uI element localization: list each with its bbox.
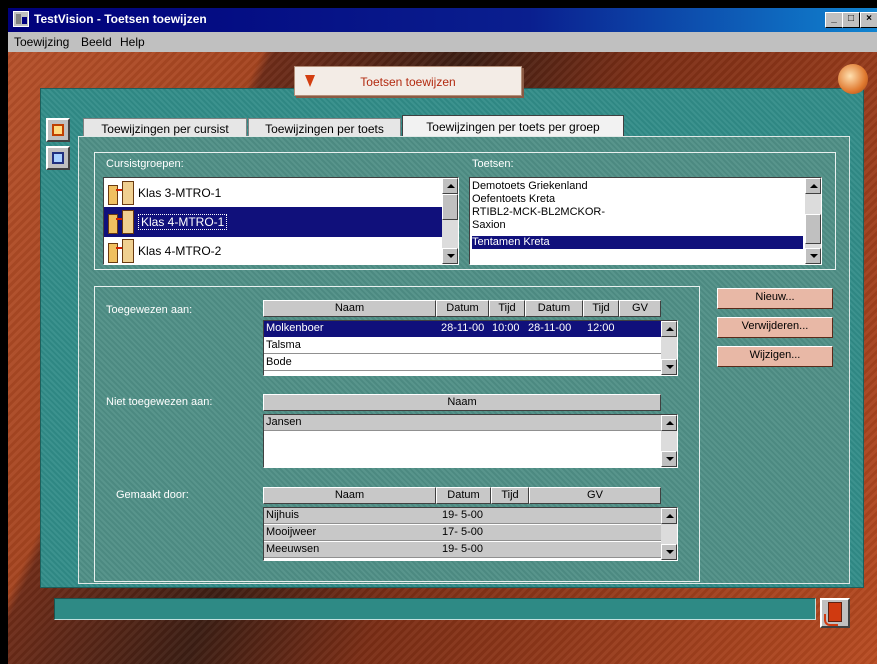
cell-naam: Talsma [266,339,301,351]
cell-naam: Meeuwsen [266,543,320,555]
group-label: Klas 4-MTRO-2 [138,244,222,258]
table-row[interactable]: Meeuwsen 19- 5-00 [264,542,661,558]
not-assigned-table[interactable]: Naam Jansen [263,394,678,468]
students-icon [52,124,64,136]
group-icon [108,239,134,263]
group-icon [108,210,134,234]
exit-arrow-icon [824,614,838,626]
tests-list[interactable]: Demotoets Griekenland Oefentoets Kreta R… [469,177,822,265]
scroll-down-icon[interactable] [661,359,677,375]
scroll-thumb[interactable] [805,214,821,244]
groups-label: Cursistgroepen: [106,158,184,170]
table-row[interactable]: Talsma [264,338,661,354]
col-header-naam[interactable]: Naam [263,394,661,411]
groups-icon [52,152,64,164]
close-button[interactable]: × [860,12,877,28]
list-item-selected[interactable]: Klas 4-MTRO-1 [104,207,442,237]
list-item[interactable]: Demotoets Griekenland [472,180,803,193]
scroll-down-icon[interactable] [442,248,458,264]
exit-button[interactable] [820,598,850,628]
made-by-label: Gemaakt door: [116,489,189,501]
cell-tijd: 10:00 [492,322,520,334]
col-header-tijd[interactable]: Tijd [489,300,525,317]
col-header-datum[interactable]: Datum [436,487,491,504]
col-header-naam[interactable]: Naam [263,300,436,317]
list-item[interactable]: RTIBL2-MCK-BL2MCKOR- [472,206,803,219]
list-item[interactable]: Oefentoets Kreta [472,193,803,206]
caption-tab[interactable]: Toetsen toewijzen [294,66,522,96]
cell-naam: Mooijweer [266,526,317,538]
not-assigned-list[interactable]: Jansen [263,414,678,468]
table-row[interactable]: Jansen [264,415,661,431]
col-header-tijd-end[interactable]: Tijd [583,300,619,317]
edit-button[interactable]: Wijzigen... [717,346,833,367]
minimize-button[interactable]: _ [825,12,843,28]
group-icon [108,181,134,205]
cell-naam: Bode [266,356,292,368]
assigned-scrollbar[interactable] [661,321,677,375]
assigned-label: Toegewezen aan: [106,304,193,316]
scroll-up-icon[interactable] [661,508,677,524]
scroll-up-icon[interactable] [661,321,677,337]
assigned-list[interactable]: Molkenboer 28-11-00 10:00 28-11-00 12:00… [263,320,678,376]
cell-tijd-end: 12:00 [587,322,615,334]
delete-button[interactable]: Verwijderen... [717,317,833,338]
cell-datum: 19- 5-00 [442,543,483,555]
assigned-table[interactable]: Naam Datum Tijd Datum Tijd GV Molkenboer… [263,300,678,376]
scroll-down-icon[interactable] [661,544,677,560]
menu-toewijzing[interactable]: Toewijzing [14,35,69,49]
made-by-list[interactable]: Nijhuis 19- 5-00 Mooijweer 17- 5-00 Meeu… [263,507,678,561]
list-item[interactable]: Saxion [472,219,803,232]
table-row[interactable]: Mooijweer 17- 5-00 [264,525,661,541]
per-group-view-button[interactable] [46,146,70,170]
new-button[interactable]: Nieuw... [717,288,833,309]
col-header-datum[interactable]: Datum [436,300,489,317]
table-row[interactable]: Bode [264,355,661,371]
col-header-gv[interactable]: GV [529,487,661,504]
cell-datum: 19- 5-00 [442,509,483,521]
cell-datum: 28-11-00 [441,322,485,334]
testvision-logo [838,64,868,94]
list-item[interactable]: Klas 4-MTRO-2 [104,236,442,264]
scroll-down-icon[interactable] [661,451,677,467]
col-header-datum-end[interactable]: Datum [525,300,583,317]
table-row[interactable]: Molkenboer 28-11-00 10:00 28-11-00 12:00 [264,321,661,337]
per-student-view-button[interactable] [46,118,70,142]
cell-naam: Jansen [266,416,302,428]
table-row[interactable]: Nijhuis 19- 5-00 [264,508,661,524]
col-header-tijd[interactable]: Tijd [491,487,529,504]
tests-label: Toetsen: [472,158,514,170]
window-titlebar[interactable]: TestVision - Toetsen toewijzen _ □ × [8,8,877,32]
scroll-up-icon[interactable] [661,415,677,431]
scroll-down-icon[interactable] [805,248,821,264]
menu-help[interactable]: Help [120,35,145,49]
caption-label: Toetsen toewijzen [360,75,456,89]
groups-scrollbar[interactable] [442,178,458,264]
tests-scrollbar[interactable] [805,178,821,264]
scroll-thumb[interactable] [442,194,458,220]
cell-naam: Molkenboer [266,322,324,334]
scroll-up-icon[interactable] [442,178,458,194]
list-item[interactable]: Klas 3-MTRO-1 [104,178,442,208]
status-bar [54,598,816,620]
col-header-naam[interactable]: Naam [263,487,436,504]
menu-beeld[interactable]: Beeld [81,35,112,49]
cell-datum-end: 28-11-00 [528,322,572,334]
window-title: TestVision - Toetsen toewijzen [34,12,207,26]
app-icon[interactable] [13,11,29,27]
group-label: Klas 4-MTRO-1 [138,214,228,230]
group-label: Klas 3-MTRO-1 [138,186,222,200]
maximize-button[interactable]: □ [842,12,860,28]
not-assigned-scrollbar[interactable] [661,415,677,467]
list-item-selected[interactable]: Tentamen Kreta [472,236,803,249]
menubar: Toewijzing Beeld Help [8,32,877,52]
col-header-gv[interactable]: GV [619,300,661,317]
made-by-table[interactable]: Naam Datum Tijd GV Nijhuis 19- 5-00 Mooi… [263,487,678,561]
not-assigned-label: Niet toegewezen aan: [106,396,213,408]
groups-list[interactable]: Klas 3-MTRO-1 Klas 4-MTRO-1 Klas 4-MTRO-… [103,177,459,265]
cell-datum: 17- 5-00 [442,526,483,538]
made-by-scrollbar[interactable] [661,508,677,560]
scroll-up-icon[interactable] [805,178,821,194]
cell-naam: Nijhuis [266,509,300,521]
